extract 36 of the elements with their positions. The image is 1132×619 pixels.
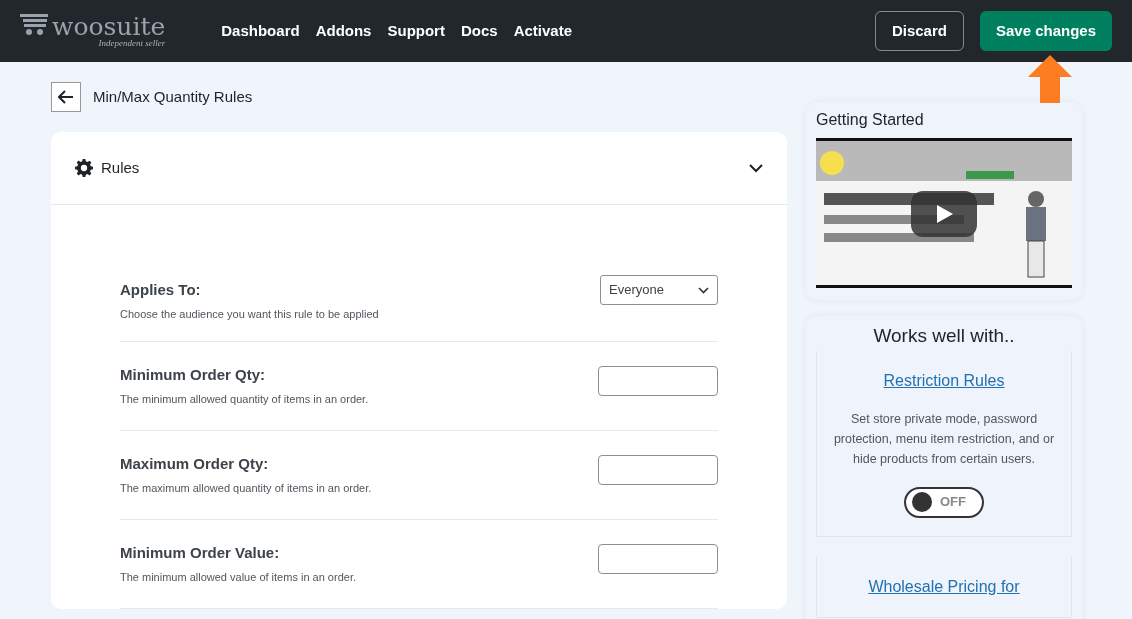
field-label: Applies To: — [120, 280, 202, 300]
field-hint: The minimum allowed quantity of items in an order. — [120, 391, 369, 407]
up-arrow-icon — [1028, 55, 1072, 103]
nav-link[interactable]: Dashboard — [221, 19, 300, 43]
audience-select[interactable]: Everyone — [600, 275, 718, 305]
field-hint: Choose the audience you want this rule to be applied — [120, 306, 379, 322]
discard-button[interactable]: Discard — [874, 10, 964, 52]
input-field[interactable] — [598, 366, 718, 396]
back-arrow-icon — [58, 90, 74, 104]
field-hint: The minimum allowed value of items in an order. — [120, 569, 356, 585]
field-label: Minimum Order Value: — [120, 543, 281, 563]
input-field[interactable] — [598, 544, 718, 574]
logo-tagline: Independent seller — [98, 39, 166, 48]
cart-icon — [20, 14, 48, 36]
toggle-switch[interactable]: OFF — [904, 486, 984, 518]
addon-link[interactable]: Restriction Rules — [883, 371, 1005, 389]
field-label: Minimum Order Qty: — [120, 365, 266, 385]
addon-description: Set store private mode, password protection, menu item restriction, and or hide products from certain users. — [832, 410, 1056, 468]
play-icon[interactable] — [911, 191, 977, 237]
nav-link[interactable]: Activate — [513, 19, 572, 43]
nav-link[interactable]: Docs — [460, 19, 498, 43]
logo-name: woosuite — [52, 14, 166, 39]
input-field[interactable] — [598, 455, 718, 485]
addon-link[interactable]: Wholesale Pricing for — [868, 578, 1020, 595]
nav-link[interactable]: Support — [387, 19, 445, 43]
back-button[interactable] — [51, 82, 81, 112]
save-button[interactable]: Save changes — [979, 10, 1112, 52]
field-label: Maximum Order Qty: — [120, 454, 270, 474]
page-title: Min/Max Quantity Rules — [93, 86, 253, 107]
nav-link[interactable]: Addons — [315, 19, 372, 43]
panel-title: Rules — [101, 157, 140, 178]
card-title: Works well with.. — [872, 324, 1016, 348]
gear-icon — [75, 159, 93, 177]
card-title: Getting Started — [816, 110, 925, 130]
caret-icon — [698, 286, 709, 294]
field-hint: The maximum allowed quantity of items in an order. — [120, 480, 372, 496]
